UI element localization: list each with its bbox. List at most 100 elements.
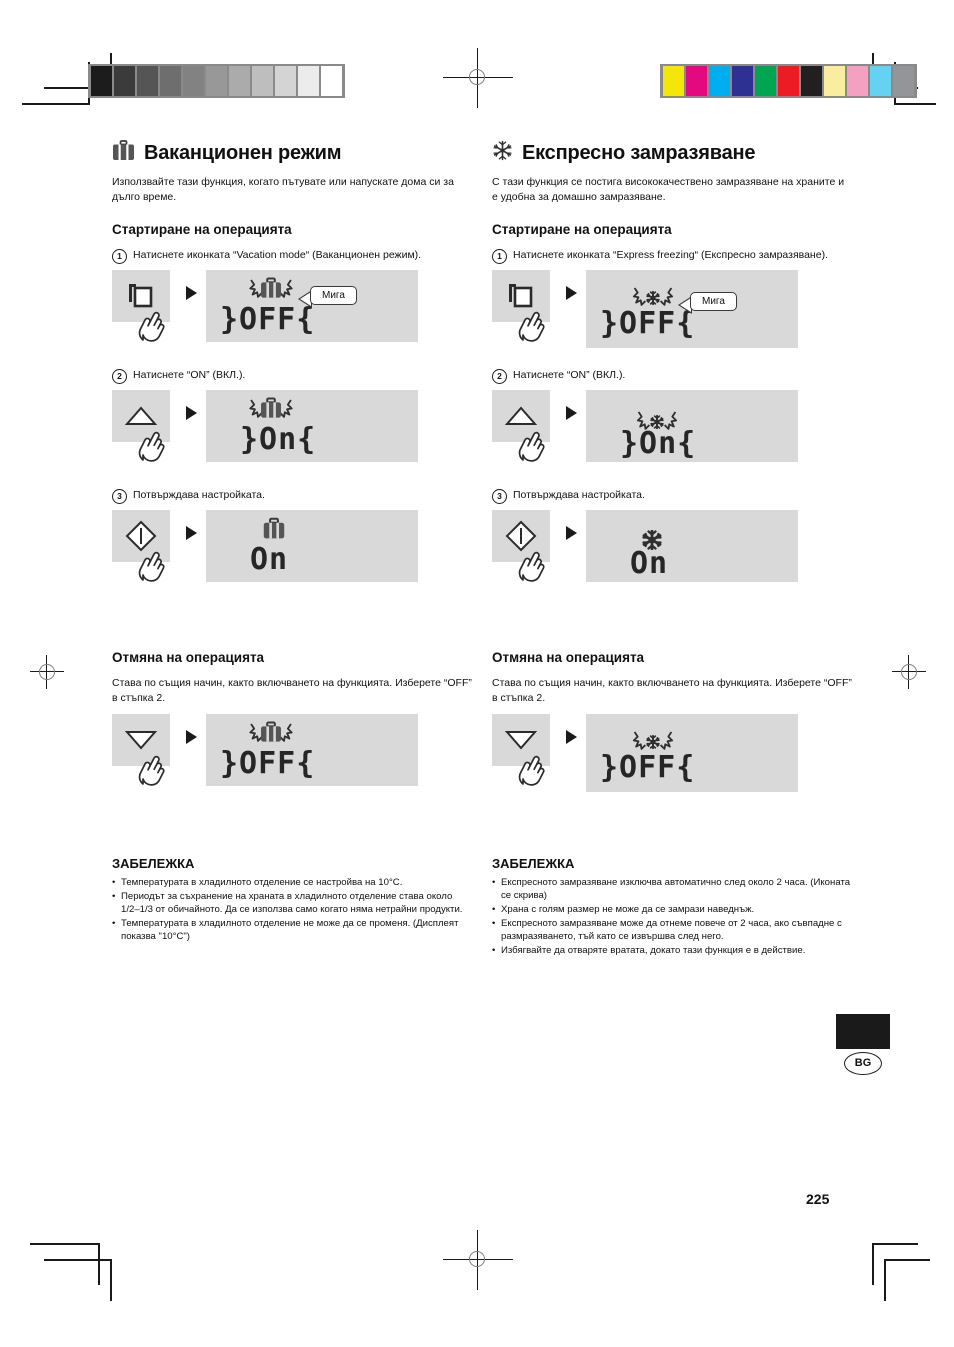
lcd-display-panel: On	[206, 509, 418, 582]
start-operation-heading: Стартиране на операцията	[492, 221, 672, 237]
lcd-segment-text: }OFF{	[600, 749, 696, 785]
step-text: Натиснете “ON” (ВКЛ.).	[133, 368, 246, 381]
flow-arrow-icon	[566, 285, 577, 300]
pointing-hand-icon	[138, 755, 165, 786]
grayscale-patch	[160, 66, 181, 96]
note-item: Температурата в хладилното отделение се …	[112, 876, 472, 889]
step-text: Натиснете “ON” (ВКЛ.).	[513, 368, 626, 381]
flow-arrow-icon	[566, 729, 577, 744]
color-patch	[801, 66, 822, 96]
lcd-display-panel: }On{	[206, 389, 418, 462]
color-patch	[732, 66, 753, 96]
lcd-display-panel: On	[586, 509, 798, 582]
pointing-hand-icon	[138, 431, 165, 462]
section-intro: С тази функция се постига висококачестве…	[492, 176, 845, 203]
section-title-row: Ваканционен режим	[112, 140, 472, 166]
page-number: 225	[806, 1191, 830, 1207]
pointing-hand-icon	[518, 551, 545, 582]
step-figure: }On{	[112, 389, 472, 474]
step-figure: }OFF{ Мига	[112, 269, 472, 354]
step-number: 1	[492, 248, 507, 264]
color-patch	[824, 66, 845, 96]
step-number: 2	[492, 368, 507, 384]
color-patch	[778, 66, 799, 96]
grayscale-patch	[114, 66, 135, 96]
grayscale-patch	[183, 66, 204, 96]
section-intro: Използвайте тази функция, когато пътуват…	[112, 176, 454, 203]
page-title: Ваканционен режим	[144, 142, 342, 164]
cancel-operation-heading: Отмяна на операцията	[112, 649, 265, 665]
grayscale-calibration-bar	[88, 64, 345, 98]
note-item: Периодът за съхранение на храната в хлад…	[112, 890, 472, 916]
note-item: Температурата в хладилното отделение не …	[112, 917, 472, 943]
step-figure: On	[112, 509, 472, 594]
color-calibration-bar	[660, 64, 917, 98]
section-express-freezing: Експресно замразяване С тази функция се …	[492, 140, 852, 958]
step-number: 3	[492, 488, 507, 504]
grayscale-patch	[229, 66, 250, 96]
cancel-figure: }OFF{	[492, 713, 852, 798]
flow-arrow-icon	[566, 405, 577, 420]
flow-arrow-icon	[186, 729, 197, 744]
section-vacation-mode: Ваканционен режим Използвайте тази функц…	[112, 140, 472, 944]
note-item: Храна с голям размер не може да се замра…	[492, 903, 852, 916]
manual-page: Ваканционен режим Използвайте тази функц…	[0, 0, 954, 1347]
flow-arrow-icon	[186, 405, 197, 420]
cancel-operation-heading: Отмяна на операцията	[492, 649, 645, 665]
note-item: Експресното замразяване може да отнеме п…	[492, 917, 852, 943]
flow-arrow-icon	[186, 525, 197, 540]
pointing-hand-icon	[138, 551, 165, 582]
color-patch	[663, 66, 684, 96]
grayscale-patch	[91, 66, 112, 96]
step-item: 3 Потвърждава настройката.	[112, 488, 472, 504]
callout-blink: Мига	[690, 291, 737, 311]
grayscale-patch	[206, 66, 227, 96]
registration-mark-bottom-center	[443, 1230, 513, 1290]
lcd-segment-text: }On{	[620, 425, 697, 461]
grayscale-patch	[298, 66, 319, 96]
callout-blink: Мига	[310, 285, 357, 305]
start-operation-heading: Стартиране на операцията	[112, 221, 292, 237]
suitcase-icon	[112, 140, 135, 166]
note-item: Експресното замразяване изключва автомат…	[492, 876, 852, 902]
note-heading: ЗАБЕЛЕЖКА	[112, 855, 195, 871]
note-list: Температурата в хладилното отделение се …	[112, 876, 472, 943]
language-badge: BG	[844, 1052, 882, 1075]
step-number: 3	[112, 488, 127, 504]
lcd-display-panel: }OFF{	[206, 713, 418, 786]
step-item: 1 Натиснете иконката “Express freezing“ …	[492, 248, 852, 264]
note-item: Избягвайте да отваряте вратата, докато т…	[492, 944, 852, 957]
grayscale-patch	[275, 66, 296, 96]
pointing-hand-icon	[138, 311, 165, 342]
step-figure: }OFF{ Мига	[492, 269, 852, 354]
step-item: 3 Потвърждава настройката.	[492, 488, 852, 504]
lcd-segment-text: }OFF{	[220, 745, 316, 781]
cancel-operation-text: Става по същия начин, както включването …	[112, 676, 472, 704]
snowflake-icon	[492, 140, 513, 166]
color-patch	[847, 66, 868, 96]
lcd-segment-text: On	[630, 545, 669, 581]
cancel-figure: }OFF{	[112, 713, 472, 798]
grayscale-patch	[321, 66, 342, 96]
pointing-hand-icon	[518, 431, 545, 462]
color-patch	[755, 66, 776, 96]
step-number: 1	[112, 248, 127, 264]
note-heading: ЗАБЕЛЕЖКА	[492, 855, 575, 871]
step-text: Потвърждава настройката.	[133, 488, 265, 501]
grayscale-patch	[137, 66, 158, 96]
cancel-operation-text: Става по същия начин, както включването …	[492, 676, 852, 704]
step-item: 2 Натиснете “ON” (ВКЛ.).	[492, 368, 852, 384]
lcd-display-panel: }OFF{ Мига	[586, 269, 798, 348]
section-title-row: Експресно замразяване	[492, 140, 852, 166]
step-text: Потвърждава настройката.	[513, 488, 645, 501]
step-text: Натиснете иконката “Express freezing“ (Е…	[513, 248, 828, 261]
registration-mark-right	[892, 655, 926, 689]
registration-mark-left	[30, 655, 64, 689]
section-thumb-tab	[836, 1014, 890, 1049]
step-item: 2 Натиснете “ON” (ВКЛ.).	[112, 368, 472, 384]
step-figure: }On{	[492, 389, 852, 474]
step-figure: On	[492, 509, 852, 594]
page-title: Експресно замразяване	[522, 142, 756, 164]
step-text: Натиснете иконката “Vacation mode“ (Вака…	[133, 248, 422, 261]
color-patch	[709, 66, 730, 96]
